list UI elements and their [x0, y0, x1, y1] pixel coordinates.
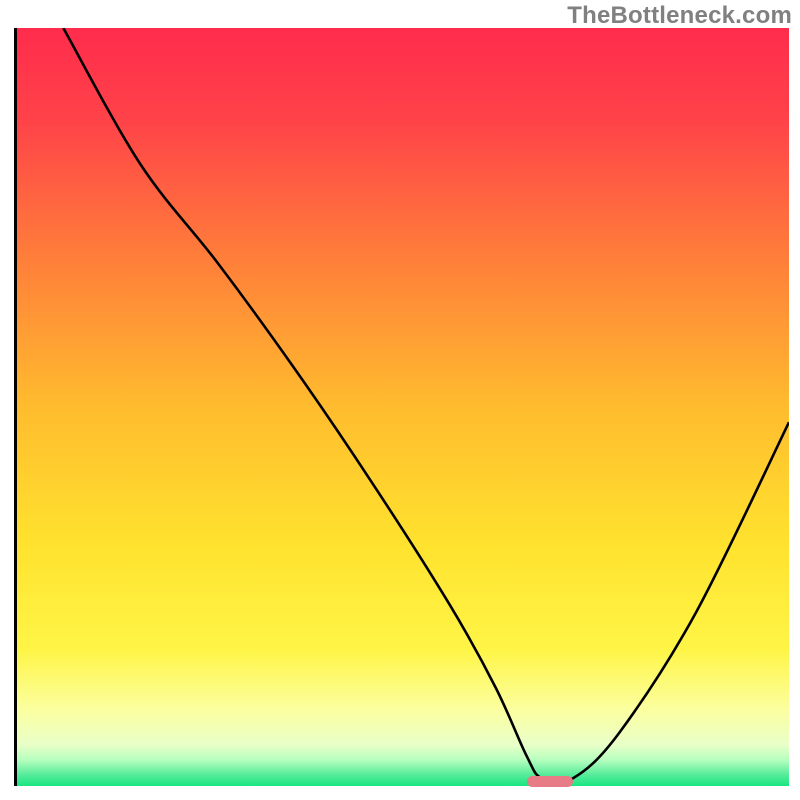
plot-area: [14, 28, 786, 786]
optimum-marker: [527, 776, 573, 787]
chart-svg: [17, 28, 789, 786]
chart-stage: TheBottleneck.com: [0, 0, 800, 800]
chart-background: [17, 28, 789, 786]
watermark-text: TheBottleneck.com: [567, 2, 792, 30]
